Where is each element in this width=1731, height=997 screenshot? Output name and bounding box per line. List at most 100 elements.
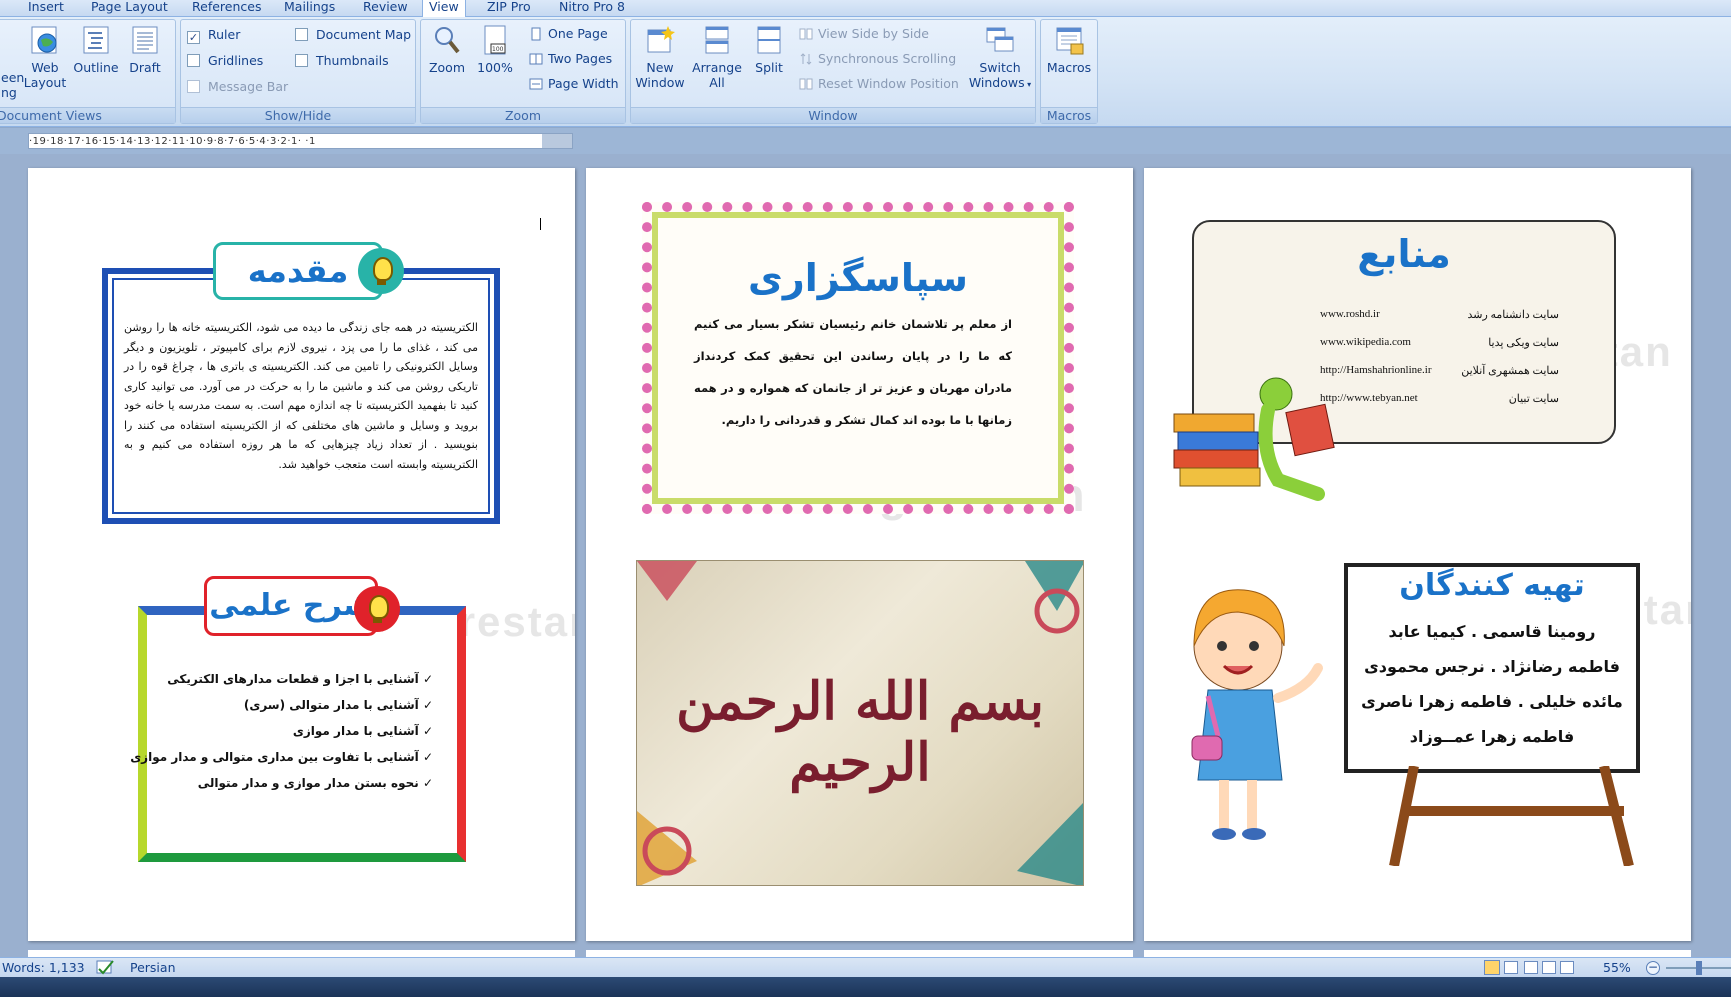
tab-zip-pro[interactable]: ZIP Pro <box>481 0 537 17</box>
message-bar-check-icon[interactable] <box>187 80 200 93</box>
page-100-icon: 100 <box>484 25 506 55</box>
author-line: مائده خلیلی . فاطمه زهرا ناصری <box>1361 692 1623 711</box>
language-indicator[interactable]: Persian <box>130 958 176 978</box>
view-side-by-side-button[interactable]: View Side by Side <box>799 24 929 44</box>
zoom-100-button[interactable]: 100 100% <box>473 24 517 104</box>
source-url: www.roshd.ir <box>1320 308 1380 320</box>
print-layout-view-icon[interactable] <box>1484 960 1500 975</box>
tab-insert[interactable]: Insert <box>22 0 70 17</box>
ruler-checkbox[interactable]: ✓ Ruler <box>187 25 240 45</box>
outline-view-icon[interactable] <box>1542 961 1556 974</box>
source-name: سایت دانشنامه رشد <box>1467 309 1559 321</box>
science-item: ✓ آشنایی با مدار متوالی (سری) <box>243 698 433 712</box>
science-item: ✓ نحوه بستن مدار موازی و مدار متوالی <box>197 776 433 790</box>
ruler-label: Ruler <box>208 27 241 42</box>
one-page-button[interactable]: One Page <box>529 24 608 44</box>
gridlines-check-icon[interactable] <box>187 54 200 67</box>
ruler-check-icon[interactable]: ✓ <box>187 31 200 44</box>
source-name: سایت ویکی پدیا <box>1488 337 1559 349</box>
document-map-checkbox[interactable]: Document Map <box>295 25 411 45</box>
outline-label: Outline <box>73 60 119 75</box>
source-url: www.wikipedia.com <box>1320 336 1411 348</box>
full-screen-view-icon[interactable] <box>1504 961 1518 974</box>
tab-mailings[interactable]: Mailings <box>278 0 341 17</box>
tab-nitro-pro[interactable]: Nitro Pro 8 <box>553 0 631 17</box>
ribbon-tabs: Insert Page Layout References Mailings R… <box>0 0 1731 18</box>
proofing-icon[interactable] <box>94 960 116 976</box>
gridlines-checkbox[interactable]: Gridlines <box>187 51 263 71</box>
bismillah-calligraphy: بسم الله الرحمن الرحیم <box>676 671 1046 793</box>
document-map-check-icon[interactable] <box>295 28 308 41</box>
taskbar <box>0 977 1731 997</box>
magnifier-icon <box>435 27 460 54</box>
zoom-label: Zoom <box>428 60 466 75</box>
tab-review[interactable]: Review <box>357 0 414 17</box>
new-window-icon <box>647 26 675 53</box>
synchronous-scrolling-button[interactable]: Synchronous Scrolling <box>799 49 956 69</box>
books-reader-icon <box>1173 377 1335 501</box>
two-pages-button[interactable]: Two Pages <box>529 49 612 69</box>
author-line: فاطمه رضانژاد . نرجس محمودی <box>1364 657 1620 676</box>
ribbon: een ng Web Layout Outline Draft Document… <box>0 17 1731 127</box>
sync-scroll-icon <box>800 53 812 65</box>
split-label: Split <box>755 60 783 75</box>
intro-paragraph: الکتریسیته در همه جای زندگی ما دیده می ش… <box>124 321 478 471</box>
web-layout-label-1: Web <box>31 60 59 75</box>
tab-references[interactable]: References <box>186 0 267 17</box>
author-line: رومینا قاسمی . کیمیا عابد <box>1388 622 1596 641</box>
page-left[interactable]: Negarestan Negarestan الکتریسیته در همه … <box>28 168 575 941</box>
page-width-button[interactable]: Page Width <box>529 74 619 94</box>
source-name: سایت همشهری آنلاین <box>1461 365 1559 377</box>
two-pages-icon <box>529 53 543 65</box>
horizontal-ruler[interactable]: ·19·18·17·16·15·14·13·12·11·10·9·8·7·6·5… <box>28 133 573 149</box>
group-label-show-hide: Show/Hide <box>181 107 415 123</box>
one-page-label: One Page <box>548 26 608 41</box>
science-title: شرح علمی <box>204 576 378 636</box>
board-stand-icon <box>1389 766 1634 866</box>
group-label-macros: Macros <box>1041 107 1097 123</box>
draft-label: Draft <box>129 60 161 75</box>
arrange-all-button[interactable]: Arrange All <box>689 24 745 104</box>
macros-button[interactable]: Macros <box>1043 24 1095 104</box>
document-map-label: Document Map <box>316 27 412 42</box>
lightbulb-icon <box>358 248 404 294</box>
zoom-level[interactable]: 55% <box>1603 958 1631 978</box>
word-count[interactable]: Words: 1,133 <box>2 958 85 978</box>
check-icon: ✓ <box>418 776 433 790</box>
page-middle[interactable]: Negarestan Negarestan سپاسگزاری از معلم … <box>586 168 1133 941</box>
check-icon: ✓ <box>418 750 433 764</box>
tab-view[interactable]: View <box>422 0 466 18</box>
tab-page-layout[interactable]: Page Layout <box>85 0 174 17</box>
page-width-label: Page Width <box>548 76 619 91</box>
document-area[interactable]: Negarestan Negarestan الکتریسیته در همه … <box>0 154 1731 957</box>
zoom-button[interactable]: Zoom <box>425 24 469 104</box>
web-layout-label-2: Layout <box>23 75 67 90</box>
group-show-hide: ✓ Ruler Gridlines Message Bar Document Ma… <box>180 19 416 124</box>
draft-button[interactable]: Draft <box>123 24 167 104</box>
lightbulb-icon <box>354 586 400 632</box>
dropdown-arrow-icon: ▾ <box>1024 80 1032 89</box>
switch-windows-button[interactable]: Switch Windows ▾ <box>967 24 1033 104</box>
split-button[interactable]: Split <box>747 24 791 104</box>
science-item: ✓ آشنایی با مدار موازی <box>292 724 433 738</box>
macros-label: Macros <box>1046 60 1092 75</box>
sources-title: منابع <box>1357 232 1451 276</box>
message-bar-checkbox[interactable]: Message Bar <box>187 77 288 97</box>
status-bar: Words: 1,133 Persian 55% − <box>0 957 1731 977</box>
intro-frame: الکتریسیته در همه جای زندگی ما دیده می ش… <box>102 268 500 524</box>
page-right[interactable]: Negarestan Negarestan منابع www.roshd.ir… <box>1144 168 1691 941</box>
thumbnails-check-icon[interactable] <box>295 54 308 67</box>
outline-button[interactable]: Outline <box>71 24 121 104</box>
web-layout-button[interactable]: Web Layout <box>23 24 67 104</box>
check-icon: ✓ <box>418 724 433 738</box>
reset-window-position-button[interactable]: Reset Window Position <box>799 74 959 94</box>
ruler-ticks: ·19·18·17·16·15·14·13·12·11·10·9·8·7·6·5… <box>29 136 316 147</box>
ruler-area: ·19·18·17·16·15·14·13·12·11·10·9·8·7·6·5… <box>0 128 1731 154</box>
two-pages-label: Two Pages <box>548 51 613 66</box>
thumbnails-checkbox[interactable]: Thumbnails <box>295 51 389 71</box>
new-window-button[interactable]: New Window <box>633 24 687 104</box>
draft-view-icon[interactable] <box>1560 961 1574 974</box>
zoom-out-icon[interactable]: − <box>1646 961 1660 975</box>
zoom-slider-thumb[interactable] <box>1696 961 1702 975</box>
web-view-icon[interactable] <box>1524 961 1538 974</box>
